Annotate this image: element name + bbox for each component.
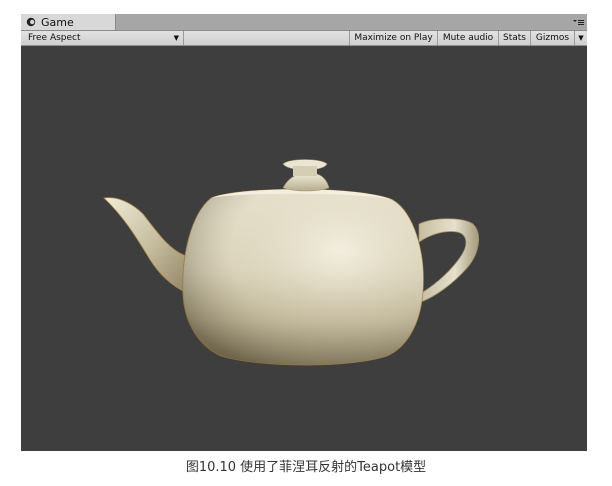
game-window: Game Free Aspect ▼ Maximize on Play Mute…: [21, 14, 587, 451]
teapot-model: [103, 159, 480, 366]
game-viewport[interactable]: [21, 46, 587, 451]
tab-strip: Game: [21, 14, 587, 31]
maximize-on-play-button[interactable]: Maximize on Play: [349, 31, 437, 45]
mute-label: Mute audio: [442, 33, 494, 43]
dropdown-arrow-icon: ▼: [173, 34, 179, 42]
aspect-dropdown[interactable]: Free Aspect ▼: [21, 31, 184, 45]
mute-audio-button[interactable]: Mute audio: [437, 31, 498, 45]
tab-game[interactable]: Game: [21, 14, 116, 30]
gizmos-label: Gizmos: [535, 33, 570, 43]
stats-button[interactable]: Stats: [498, 31, 530, 45]
gizmos-dropdown-arrow-icon: ▼: [578, 34, 584, 42]
tab-game-label: Game: [41, 15, 74, 29]
stats-label: Stats: [503, 33, 526, 43]
tab-menu-icon[interactable]: [572, 16, 584, 28]
game-tab-icon: [26, 17, 36, 27]
aspect-label: Free Aspect: [28, 33, 81, 43]
gizmos-button[interactable]: Gizmos: [530, 31, 574, 45]
gizmos-dropdown[interactable]: ▼: [574, 31, 587, 45]
maximize-label: Maximize on Play: [354, 33, 433, 43]
figure-caption: 图10.10 使用了菲涅耳反射的Teapot模型: [185, 460, 427, 475]
game-toolbar: Free Aspect ▼ Maximize on Play Mute audi…: [21, 31, 587, 46]
